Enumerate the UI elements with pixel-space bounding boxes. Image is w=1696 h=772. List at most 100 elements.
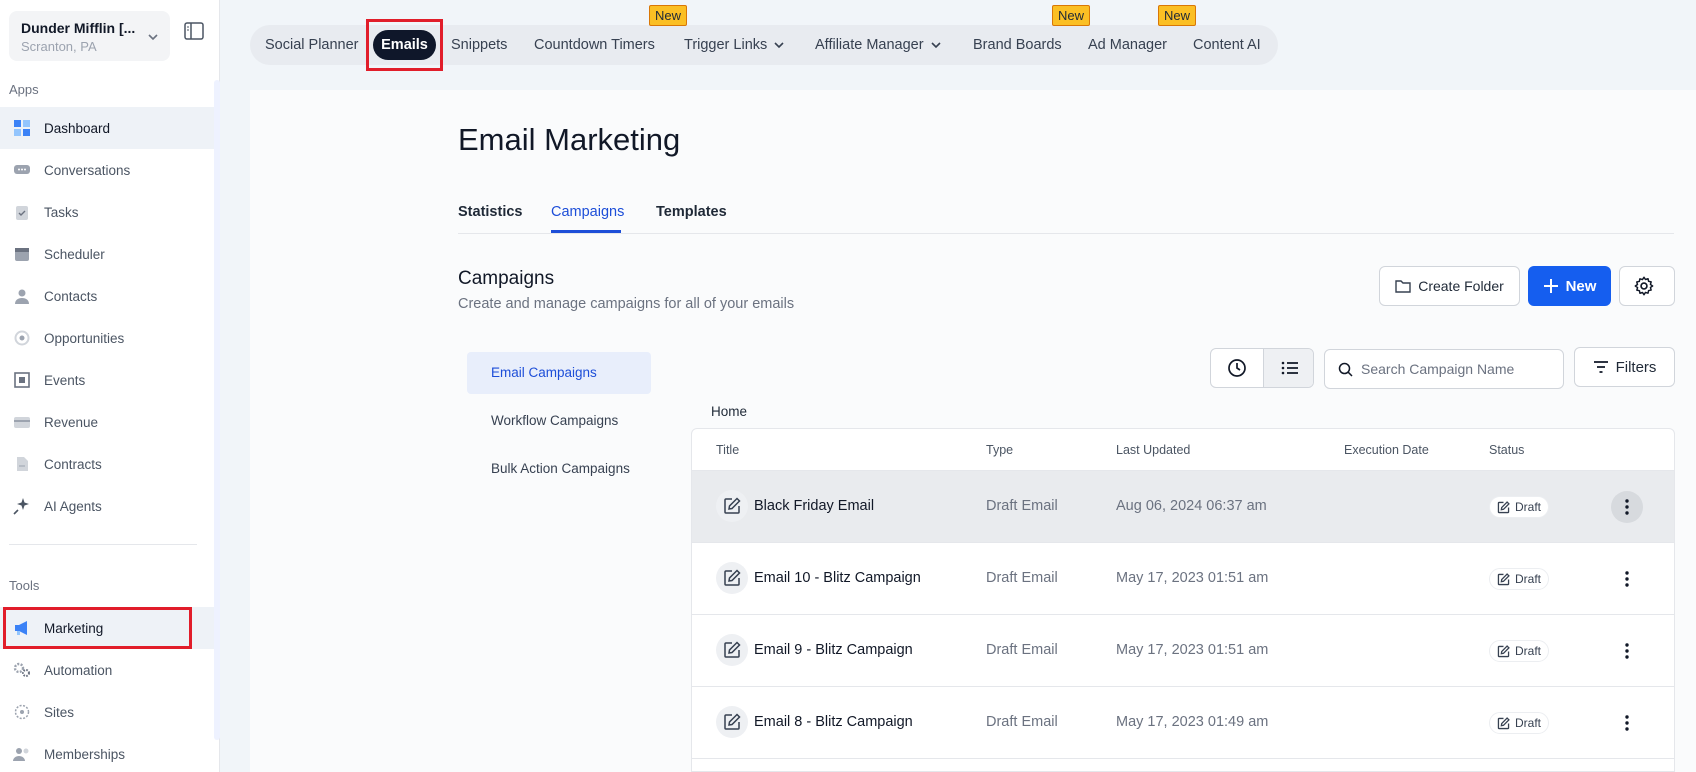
folder-icon	[1395, 280, 1411, 293]
tab-ad-manager[interactable]: Ad Manager	[1088, 25, 1167, 65]
campaign-title[interactable]: Black Friday Email	[754, 498, 874, 514]
row-actions-button[interactable]	[1611, 563, 1643, 595]
sidebar-item-events[interactable]: Events	[0, 359, 215, 401]
table-row[interactable]: Email 10 - Blitz Campaign Draft Email Ma…	[692, 543, 1674, 615]
campaign-title[interactable]: Email 8 - Blitz Campaign	[754, 714, 913, 730]
search-input[interactable]	[1361, 361, 1561, 377]
sidebar-item-label: Memberships	[44, 746, 126, 762]
sidebar-item-dashboard[interactable]: Dashboard	[0, 107, 215, 149]
tab-countdown-timers[interactable]: Countdown Timers	[534, 25, 655, 65]
search-icon	[1338, 362, 1353, 377]
sidebar-item-contacts[interactable]: Contacts	[0, 275, 215, 317]
campaign-type: Draft Email	[986, 498, 1058, 514]
card-icon	[12, 412, 32, 432]
status-badge: Draft	[1489, 640, 1550, 662]
campaign-updated: May 17, 2023 01:49 am	[1116, 714, 1269, 730]
view-toggle	[1210, 348, 1314, 388]
sidebar-divider	[9, 544, 197, 545]
tab-campaigns[interactable]: Campaigns	[551, 204, 624, 220]
sidebar-item-opportunities[interactable]: Opportunities	[0, 317, 215, 359]
sidebar-item-sites[interactable]: Sites	[0, 691, 215, 733]
row-actions-button[interactable]	[1611, 635, 1643, 667]
filters-label: Filters	[1615, 358, 1657, 376]
status-badge: Draft	[1489, 496, 1550, 518]
sidebar-scrollbar[interactable]	[214, 80, 220, 740]
sidebar-item-label: Opportunities	[44, 330, 125, 346]
table-row[interactable]: Email 8 - Blitz Campaign Draft Email May…	[692, 687, 1674, 759]
sidebar-item-revenue[interactable]: Revenue	[0, 401, 215, 443]
sidebar-item-tasks[interactable]: Tasks	[0, 191, 215, 233]
edit-icon	[1497, 716, 1510, 729]
create-folder-button[interactable]: Create Folder	[1379, 266, 1520, 306]
tab-label: Affiliate Manager	[815, 37, 924, 53]
new-campaign-button[interactable]: New	[1528, 266, 1611, 306]
gears-icon	[12, 660, 32, 680]
tab-affiliate-manager[interactable]: Affiliate Manager	[815, 25, 942, 65]
workflow-campaigns-tab[interactable]: Workflow Campaigns	[467, 400, 651, 442]
sidebar-item-label: AI Agents	[44, 498, 102, 514]
tab-snippets[interactable]: Snippets	[451, 25, 507, 65]
edit-icon	[1497, 500, 1510, 513]
breadcrumb[interactable]: Home	[711, 404, 747, 419]
location-name: Dunder Mifflin [...	[21, 20, 136, 36]
table-row[interactable]: Black Friday Email Draft Email Aug 06, 2…	[692, 471, 1674, 543]
sidebar-item-ai-agents[interactable]: AI Agents	[0, 485, 215, 527]
sidebar-item-label: Automation	[44, 662, 113, 678]
settings-button[interactable]	[1619, 266, 1675, 306]
kebab-menu-icon	[1625, 499, 1629, 515]
tab-templates[interactable]: Templates	[656, 204, 727, 220]
sidebar-item-conversations[interactable]: Conversations	[0, 149, 215, 191]
tab-trigger-links[interactable]: Trigger Links	[684, 25, 785, 65]
event-icon	[12, 370, 32, 390]
gear-icon	[1634, 276, 1653, 296]
search-box	[1324, 349, 1564, 389]
filters-button[interactable]: Filters	[1574, 347, 1675, 387]
email-campaigns-tab[interactable]: Email Campaigns	[467, 352, 651, 394]
sidebar-item-memberships[interactable]: Memberships	[0, 733, 215, 772]
list-view-button[interactable]	[1263, 349, 1313, 387]
section-title: Campaigns	[458, 268, 555, 289]
tab-label: Trigger Links	[684, 37, 768, 53]
campaign-type: Draft Email	[986, 642, 1058, 658]
document-icon	[12, 454, 32, 474]
sidebar-collapse-icon[interactable]	[184, 22, 204, 40]
chevron-down-icon	[148, 34, 158, 41]
sidebar-item-contracts[interactable]: Contracts	[0, 443, 215, 485]
kebab-menu-icon	[1625, 643, 1629, 659]
new-badge: New	[1052, 5, 1091, 26]
page-title: Email Marketing	[458, 122, 681, 157]
edit-icon	[716, 562, 748, 594]
campaign-type: Draft Email	[986, 570, 1058, 586]
filter-icon	[1593, 361, 1608, 373]
clock-icon	[1228, 359, 1246, 377]
campaign-title[interactable]: Email 9 - Blitz Campaign	[754, 642, 913, 658]
campaign-title[interactable]: Email 10 - Blitz Campaign	[754, 570, 921, 586]
tab-social-planner[interactable]: Social Planner	[265, 25, 359, 65]
tab-content-ai[interactable]: Content AI	[1193, 25, 1261, 65]
clipboard-icon	[12, 202, 32, 222]
sidebar-item-label: Sites	[44, 704, 75, 720]
tab-statistics[interactable]: Statistics	[458, 204, 522, 220]
recent-view-button[interactable]	[1211, 349, 1263, 387]
tools-section-label: Tools	[9, 578, 40, 593]
bulk-action-campaigns-tab[interactable]: Bulk Action Campaigns	[467, 448, 651, 490]
location-switcher[interactable]: Dunder Mifflin [... Scranton, PA	[9, 11, 170, 61]
kebab-menu-icon	[1625, 715, 1629, 731]
sidebar-item-label: Scheduler	[44, 246, 105, 262]
apps-section-label: Apps	[9, 82, 39, 97]
table-row[interactable]: Email 9 - Blitz Campaign Draft Email May…	[692, 615, 1674, 687]
sidebar-item-automation[interactable]: Automation	[0, 649, 215, 691]
sidebar-item-label: Revenue	[44, 414, 99, 430]
edit-icon	[716, 490, 748, 522]
new-label: New	[1565, 277, 1597, 295]
tab-brand-boards[interactable]: Brand Boards	[973, 25, 1062, 65]
person-icon	[12, 286, 32, 306]
highlight-box-marketing	[3, 607, 192, 649]
sidebar-item-scheduler[interactable]: Scheduler	[0, 233, 215, 275]
row-actions-button[interactable]	[1611, 707, 1643, 739]
campaign-updated: May 17, 2023 01:51 am	[1116, 570, 1269, 586]
calendar-icon	[12, 244, 32, 264]
sidebar-item-label: Tasks	[44, 204, 79, 220]
status-badge: Draft	[1489, 712, 1550, 734]
row-actions-button[interactable]	[1611, 491, 1643, 523]
